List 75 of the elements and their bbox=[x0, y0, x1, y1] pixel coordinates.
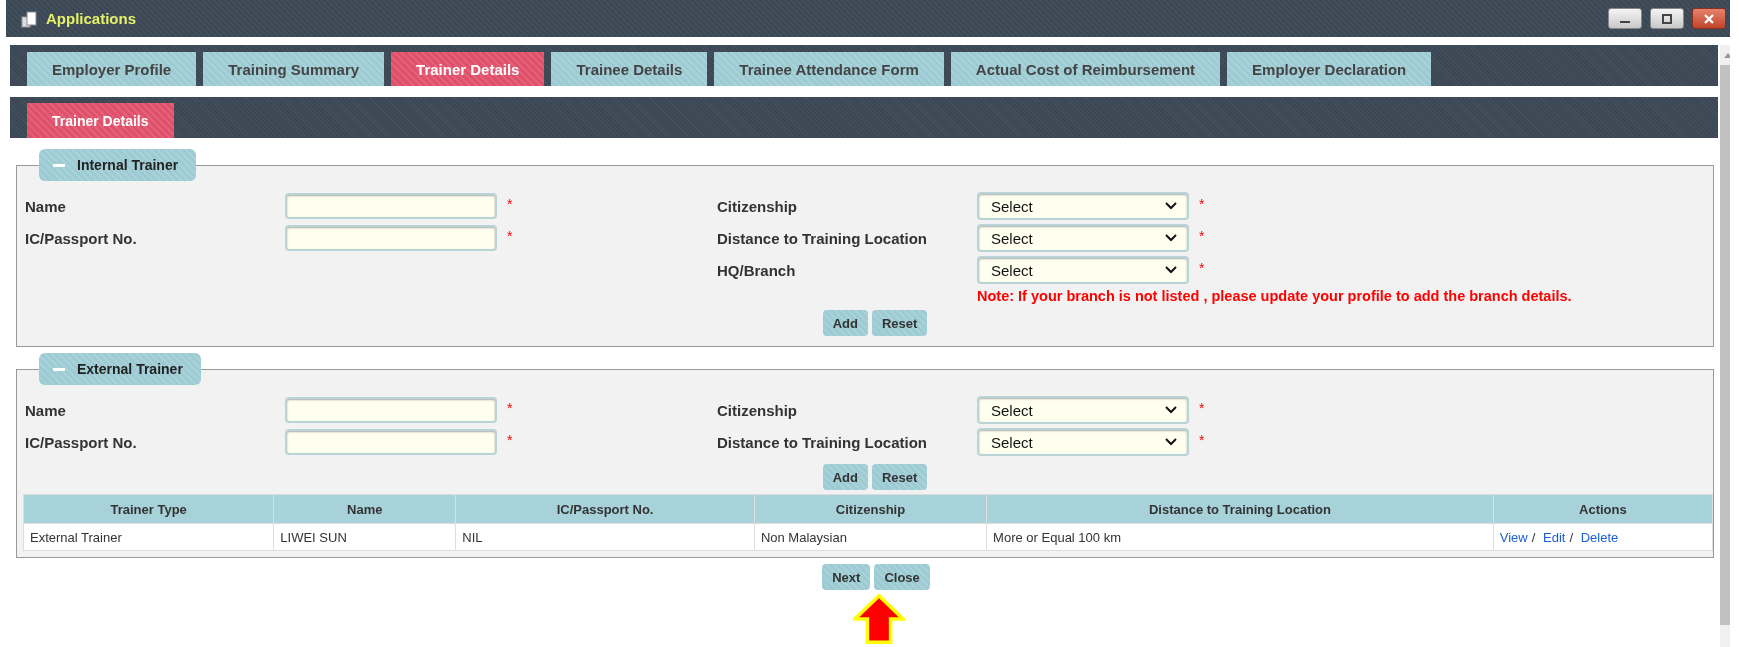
select-dropdown[interactable]: Select bbox=[977, 192, 1189, 220]
field-label: Distance to Training Location bbox=[717, 229, 929, 247]
chevron-down-icon bbox=[1165, 406, 1177, 414]
column-header: Distance to Training Location bbox=[986, 494, 1494, 524]
chevron-down-icon bbox=[1165, 202, 1177, 210]
select-dropdown[interactable]: Select bbox=[977, 256, 1189, 284]
field-label: Citizenship bbox=[717, 401, 798, 419]
select-dropdown[interactable]: Select bbox=[977, 396, 1189, 424]
field-label: IC/Passport No. bbox=[25, 229, 138, 247]
required-mark: * bbox=[507, 196, 513, 212]
required-mark: * bbox=[1199, 228, 1205, 244]
note-text: Note: If your branch is not listed , please update your profile to add the branch details. bbox=[977, 288, 1572, 304]
required-mark: * bbox=[507, 400, 513, 416]
tab[interactable]: Training Summary bbox=[203, 52, 385, 86]
table-cell: External Trainer bbox=[23, 523, 274, 551]
minimize-button[interactable] bbox=[1608, 8, 1642, 29]
form-button[interactable]: Add bbox=[822, 464, 868, 490]
required-mark: * bbox=[1199, 432, 1205, 448]
required-mark: * bbox=[507, 228, 513, 244]
chevron-down-icon bbox=[1165, 266, 1177, 274]
tab[interactable]: Actual Cost of Reimbursement bbox=[950, 52, 1221, 86]
column-header: Trainer Type bbox=[23, 494, 274, 524]
maximize-icon bbox=[1660, 13, 1674, 24]
form-button[interactable]: Reset bbox=[871, 464, 928, 490]
required-mark: * bbox=[1199, 260, 1205, 276]
form-button[interactable]: Add bbox=[822, 310, 868, 336]
form-button[interactable]: Reset bbox=[871, 310, 928, 336]
table-cell: NIL bbox=[455, 523, 755, 551]
maximize-button[interactable] bbox=[1650, 8, 1684, 29]
select-dropdown[interactable]: Select bbox=[977, 428, 1189, 456]
separator-text: / bbox=[1569, 529, 1574, 545]
minimize-icon bbox=[1620, 20, 1630, 23]
close-icon bbox=[1702, 13, 1716, 24]
required-mark: * bbox=[1199, 196, 1205, 212]
table-cell: Non Malaysian bbox=[754, 523, 987, 551]
window-title: Applications bbox=[46, 10, 136, 27]
tab[interactable]: Trainee Details bbox=[551, 52, 708, 86]
section-header[interactable]: Internal Trainer bbox=[39, 149, 197, 181]
field-label: Distance to Training Location bbox=[717, 433, 929, 451]
close-button[interactable] bbox=[1692, 8, 1726, 29]
tab[interactable]: Trainer Details bbox=[27, 103, 174, 138]
required-mark: * bbox=[1199, 400, 1205, 416]
input-field[interactable] bbox=[285, 397, 497, 423]
tab[interactable]: Employer Declaration bbox=[1227, 52, 1432, 86]
field-label: Citizenship bbox=[717, 197, 798, 215]
documents-icon bbox=[20, 9, 38, 28]
action-link[interactable]: View bbox=[1499, 529, 1528, 545]
field-label: HQ/Branch bbox=[717, 261, 797, 279]
column-header: Citizenship bbox=[754, 494, 987, 524]
chevron-down-icon bbox=[1165, 234, 1177, 242]
field-label: Name bbox=[25, 401, 67, 419]
chevron-down-icon bbox=[1165, 438, 1177, 446]
tab[interactable]: Trainee Attendance Form bbox=[714, 52, 944, 86]
input-field[interactable] bbox=[285, 225, 497, 251]
form-button[interactable]: Next bbox=[822, 564, 871, 590]
select-dropdown[interactable]: Select bbox=[977, 224, 1189, 252]
column-header: IC/Passport No. bbox=[455, 494, 755, 524]
tab[interactable]: Trainer Details bbox=[391, 52, 545, 86]
input-field[interactable] bbox=[285, 429, 497, 455]
action-link[interactable]: Delete bbox=[1580, 529, 1619, 545]
form-button[interactable]: Close bbox=[874, 564, 930, 590]
tab[interactable]: Employer Profile bbox=[27, 52, 197, 86]
arrow-up-icon bbox=[853, 594, 905, 644]
field-label: Name bbox=[25, 197, 67, 215]
section-header[interactable]: External Trainer bbox=[39, 353, 201, 385]
field-label: IC/Passport No. bbox=[25, 433, 138, 451]
input-field[interactable] bbox=[285, 193, 497, 219]
required-mark: * bbox=[507, 432, 513, 448]
separator-text: / bbox=[1531, 529, 1536, 545]
scroll-up-icon[interactable] bbox=[1723, 51, 1730, 59]
column-header: Actions bbox=[1493, 494, 1713, 524]
column-header: Name bbox=[273, 494, 456, 524]
table-cell: LIWEI SUN bbox=[273, 523, 456, 551]
action-link[interactable]: Edit bbox=[1543, 529, 1566, 545]
table-cell: More or Equal 100 km bbox=[986, 523, 1494, 551]
